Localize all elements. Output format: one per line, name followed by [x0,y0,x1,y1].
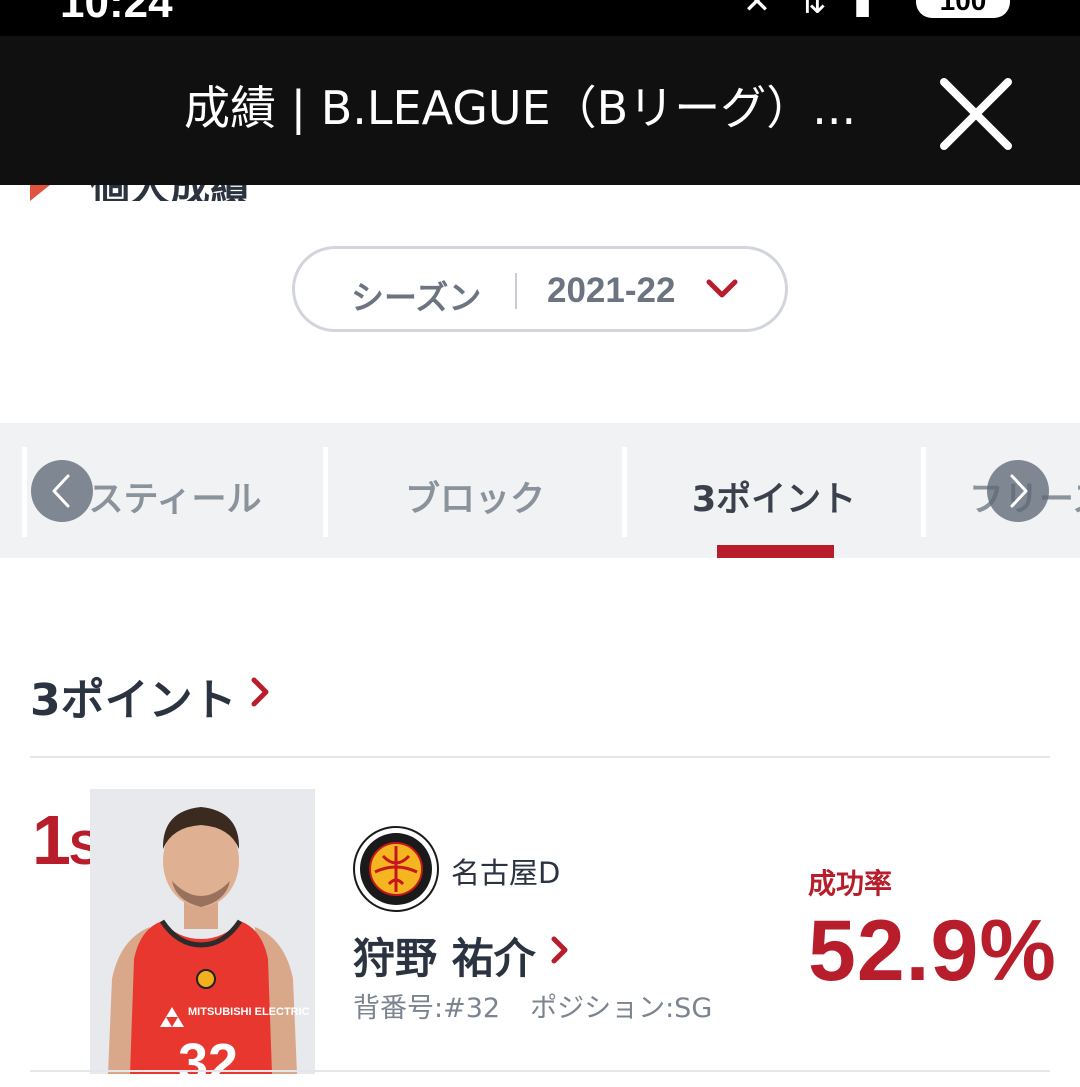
tab-label: 3ポイント [691,480,857,520]
player-photo[interactable]: MITSUBISHI ELECTRIC 32 [90,789,315,1074]
partial-heading-text: 個人成績 [90,185,250,201]
rank-number: 1 [32,801,71,879]
chevron-right-icon[interactable] [550,935,570,965]
partial-page-heading: 個人成績 [30,185,330,201]
status-bar: 10:24 ✕ ⇅ ▮ 100 [0,0,1080,36]
chevron-right-icon [1010,474,1028,508]
tab-3point[interactable]: 3ポイント [627,447,921,537]
stat-value: 52.9% [808,903,1057,999]
stat-label: 成功率 [808,867,893,900]
team-name: 名古屋D [451,856,561,890]
close-icon[interactable] [936,74,1016,154]
section-divider [30,756,1050,758]
tab-label: ブロック [404,480,545,520]
chevron-down-icon [706,279,738,298]
browser-title-bar: 成績 | B.LEAGUE（Bリーグ）... [0,36,1080,185]
season-value: 2021-22 [547,271,676,310]
tabs-prev-button[interactable] [31,460,93,522]
player-photo-image: MITSUBISHI ELECTRIC 32 [90,789,315,1074]
jersey-sponsor-text: MITSUBISHI ELECTRIC [188,1006,310,1018]
season-label: シーズン [351,278,482,317]
heading-marker-icon [30,185,50,201]
system-icons: ✕ ⇅ ▮ [742,0,880,22]
tabs-next-button[interactable] [987,460,1049,522]
chevron-right-icon[interactable] [250,676,272,708]
player-number: 背番号:#32 [353,993,501,1024]
jersey-number: 32 [178,1033,238,1074]
player-meta: 背番号:#32 ポジション:SG [353,986,712,1025]
season-separator [515,273,517,309]
chevron-left-icon [52,474,70,508]
battery-indicator: 100 [916,0,1010,18]
status-time: 10:24 [60,0,173,27]
season-selector[interactable]: シーズン 2021-22 [292,246,788,332]
tab-block[interactable]: ブロック [328,447,622,537]
team-logo [353,826,439,912]
page-title: 成績 | B.LEAGUE（Bリーグ）... [184,81,857,135]
active-tab-indicator [717,545,834,558]
category-tabs: スティール ブロック 3ポイント フリースロー [0,423,1080,558]
section-title-link[interactable]: 3ポイント [30,664,237,728]
player-name-link[interactable]: 狩野 祐介 [353,925,536,986]
card-divider [30,1070,1050,1072]
player-position: ポジション:SG [530,993,713,1024]
